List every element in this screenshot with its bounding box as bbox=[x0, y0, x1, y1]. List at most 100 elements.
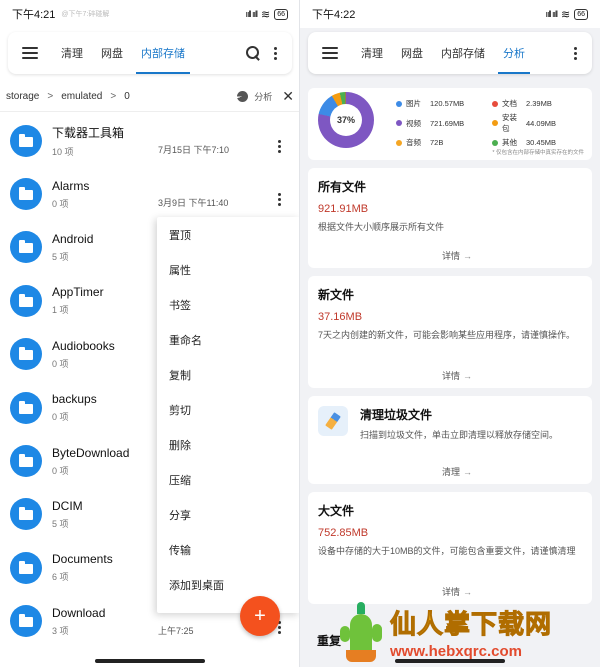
card-desc: 7天之内创建的新文件，可能会影响某些应用程序，请谨慎操作。 bbox=[318, 330, 576, 340]
add-fab-button[interactable]: + bbox=[240, 596, 280, 636]
analyze-label: 分析 bbox=[254, 92, 273, 102]
status-icons: ııll ııll ≋ 66 bbox=[545, 8, 588, 21]
app-bar: 清理 网盘 内部存储 bbox=[8, 32, 292, 74]
clean-junk-card[interactable]: 清理垃圾文件 扫描到垃圾文件，单击立即清理以释放存储空间。 清理 → bbox=[308, 396, 592, 484]
breadcrumb-item-0[interactable]: 0 bbox=[124, 91, 130, 102]
right-screen: 下午4:22 ııll ııll ≋ 66 清理 网盘 内部存储 分析 37% … bbox=[300, 0, 600, 667]
legend-dot bbox=[396, 120, 402, 126]
card-title: 所有文件 bbox=[318, 180, 367, 194]
tab-cloud[interactable]: 网盘 bbox=[392, 32, 432, 74]
menu-item-transfer[interactable]: 传输 bbox=[157, 532, 300, 567]
menu-item-pin[interactable]: 置顶 bbox=[157, 217, 300, 252]
tab-internal-storage[interactable]: 内部存储 bbox=[432, 32, 494, 74]
file-count: 5 项 bbox=[52, 251, 69, 262]
pie-chart-icon bbox=[237, 91, 249, 102]
file-date: 3月9日 下午11:40 bbox=[158, 198, 229, 209]
menu-item-cut[interactable]: 剪切 bbox=[157, 392, 300, 427]
menu-icon[interactable] bbox=[322, 47, 338, 59]
more-icon[interactable] bbox=[274, 46, 278, 60]
list-item[interactable]: 下载器工具箱 10 项 7月15日 下午7:10 bbox=[0, 114, 300, 167]
tab-cloud[interactable]: 网盘 bbox=[92, 32, 132, 74]
legend-dot bbox=[492, 139, 498, 146]
list-item[interactable]: Alarms 0 项 3月9日 下午11:40 bbox=[0, 167, 300, 220]
legend-item: 安装包 44.09MB bbox=[492, 112, 582, 134]
home-indicator[interactable] bbox=[395, 659, 505, 663]
wifi-icon: ≋ bbox=[560, 8, 571, 21]
storage-summary-card: 37% 图片 120.57MB 文档 2.39MB 视频 721.69MB 安装包 44… bbox=[308, 88, 592, 160]
tab-bar: 清理 网盘 内部存储 分析 bbox=[352, 32, 568, 74]
menu-item-compress[interactable]: 压缩 bbox=[157, 462, 300, 497]
menu-item-copy[interactable]: 复制 bbox=[157, 357, 300, 392]
file-name: ByteDownload bbox=[52, 445, 130, 460]
folder-icon bbox=[10, 445, 42, 478]
details-button[interactable]: 详情 → bbox=[442, 369, 472, 382]
file-name: Documents bbox=[52, 552, 113, 567]
row-more-icon[interactable] bbox=[278, 140, 282, 153]
file-name: AppTimer bbox=[52, 285, 104, 300]
breadcrumb-item-storage[interactable]: storage bbox=[6, 91, 39, 102]
search-icon[interactable] bbox=[246, 46, 260, 60]
tab-analyze[interactable]: 分析 bbox=[494, 32, 534, 74]
large-files-card[interactable]: 大文件 752.85MB 设备中存储的大于10MB的文件，可能包含重要文件，请谨… bbox=[308, 492, 592, 604]
file-date: 7月15日 下午7:10 bbox=[158, 145, 230, 155]
plus-icon: + bbox=[254, 604, 266, 627]
tab-internal-storage[interactable]: 内部存储 bbox=[132, 32, 194, 74]
analyze-button[interactable]: 分析 bbox=[237, 90, 272, 103]
card-size: 37.16MB bbox=[318, 311, 363, 323]
legend-item: 音频 72B bbox=[396, 137, 492, 148]
context-menu: 置顶 属性 书签 重命名 复制 剪切 删除 压缩 分享 传输 添加到桌面 bbox=[157, 217, 300, 613]
signal-icon: ııll ııll bbox=[545, 9, 557, 19]
more-icon[interactable] bbox=[574, 46, 578, 60]
storage-donut-chart: 37% bbox=[318, 92, 374, 148]
chevron-right-icon: > bbox=[47, 91, 54, 102]
menu-icon[interactable] bbox=[22, 47, 38, 59]
file-name: backups bbox=[52, 392, 97, 407]
legend-dot bbox=[396, 139, 402, 146]
card-size: 921.91MB bbox=[318, 203, 369, 215]
details-button[interactable]: 详情 → bbox=[442, 249, 472, 262]
legend-dot bbox=[492, 100, 498, 107]
legend-dot bbox=[492, 120, 498, 126]
wifi-icon: ≋ bbox=[260, 8, 271, 21]
tab-bar: 清理 网盘 内部存储 bbox=[52, 32, 238, 74]
breadcrumb: storage > emulated > 0 分析 ✕ bbox=[0, 82, 300, 112]
folder-icon bbox=[10, 551, 42, 584]
file-count: 10 项 bbox=[52, 146, 74, 157]
file-count: 3 项 bbox=[52, 625, 69, 636]
menu-item-delete[interactable]: 删除 bbox=[157, 427, 300, 462]
battery-icon: 66 bbox=[274, 8, 288, 20]
folder-icon bbox=[10, 284, 42, 317]
file-name: Alarms bbox=[52, 178, 90, 193]
menu-item-rename[interactable]: 重命名 bbox=[157, 322, 300, 357]
tab-clean[interactable]: 清理 bbox=[352, 32, 392, 74]
arrow-right-icon: → bbox=[463, 370, 472, 381]
tab-clean[interactable]: 清理 bbox=[52, 32, 92, 74]
watermark-title: 仙人掌下载网 bbox=[389, 608, 553, 639]
menu-item-bookmark[interactable]: 书签 bbox=[157, 287, 300, 322]
menu-item-share[interactable]: 分享 bbox=[157, 497, 300, 532]
app-bar: 清理 网盘 内部存储 分析 bbox=[308, 32, 592, 74]
breadcrumb-item-emulated[interactable]: emulated bbox=[61, 91, 102, 102]
card-title: 清理垃圾文件 bbox=[360, 408, 433, 422]
menu-item-add-to-desktop[interactable]: 添加到桌面 bbox=[157, 567, 300, 602]
legend-item: 图片 120.57MB bbox=[396, 98, 492, 109]
file-name: Download bbox=[52, 605, 106, 620]
row-more-icon[interactable] bbox=[278, 193, 282, 207]
file-count: 5 项 bbox=[52, 518, 69, 529]
status-time: 下午4:21 bbox=[12, 9, 56, 21]
menu-item-properties[interactable]: 属性 bbox=[157, 252, 300, 287]
file-name: DCIM bbox=[52, 498, 83, 513]
left-screen: 下午4:21 @下午7:碎碰解 ııll ııll ≋ 66 清理 网盘 内部存… bbox=[0, 0, 300, 667]
clean-button[interactable]: 清理 → bbox=[442, 465, 472, 478]
file-date: 上午7:25 bbox=[158, 625, 194, 636]
folder-icon bbox=[10, 391, 42, 424]
file-count: 1 项 bbox=[52, 305, 69, 316]
all-files-card[interactable]: 所有文件 921.91MB 根据文件大小顺序展示所有文件 详情 → bbox=[308, 168, 592, 268]
home-indicator[interactable] bbox=[95, 659, 205, 663]
new-files-card[interactable]: 新文件 37.16MB 7天之内创建的新文件，可能会影响某些应用程序，请谨慎操作… bbox=[308, 276, 592, 388]
folder-icon bbox=[10, 605, 42, 638]
storage-percent: 37% bbox=[330, 104, 362, 136]
arrow-right-icon: → bbox=[463, 466, 472, 477]
close-icon[interactable]: ✕ bbox=[282, 88, 294, 105]
storage-note: * 仅包含在内部存储中真实存在的文件 bbox=[492, 150, 584, 156]
